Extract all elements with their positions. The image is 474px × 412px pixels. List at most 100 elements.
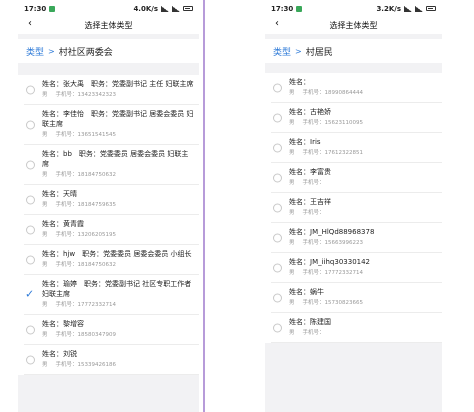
- item-name: 姓名：Iris: [289, 138, 321, 146]
- radio-button[interactable]: [273, 173, 282, 182]
- status-time: 17:30: [271, 4, 294, 13]
- radio-button[interactable]: [273, 83, 282, 92]
- radio-button[interactable]: [273, 143, 282, 152]
- radio-button[interactable]: [26, 355, 35, 364]
- item-name: 姓名：JM_iihq30330142: [289, 258, 371, 266]
- list-item[interactable]: 姓名：JM_iihq30330142 男 手机号：17772332714: [271, 253, 442, 283]
- page-title: 选择主体类型: [329, 21, 378, 30]
- item-gender: 男: [289, 240, 295, 246]
- list-item[interactable]: 姓名：李富贵 男 手机号：: [271, 163, 442, 193]
- item-gender: 男: [289, 300, 295, 306]
- radio-button[interactable]: [26, 160, 35, 169]
- radio-button[interactable]: [273, 113, 282, 122]
- status-time: 17:30: [24, 4, 47, 13]
- item-name-duty: 姓名：刘锐: [42, 350, 77, 358]
- item-name: 姓名：王吉祥: [289, 198, 331, 206]
- list-item[interactable]: 姓名：JM_HlQd88968378 男 手机号：15663996223: [271, 223, 442, 253]
- list-item[interactable]: 姓名：黎增容 男 手机号：18580347909: [24, 315, 199, 345]
- item-gender: 男: [289, 150, 295, 156]
- radio-button[interactable]: [273, 233, 282, 242]
- nav-bar: ‹ 选择主体类型: [265, 17, 442, 34]
- breadcrumb-type-link[interactable]: 类型: [273, 45, 291, 58]
- chevron-right-icon: >: [295, 46, 302, 56]
- item-name-duty: 姓名：瑜婷 职务：党委副书记 社区专职工作者 妇联主席: [42, 280, 192, 298]
- wifi-icon: [415, 5, 423, 12]
- item-name-duty: 姓名：张大禹 职务：党委副书记 主任 妇联主席: [42, 80, 194, 88]
- item-name-duty: 姓名：hjw 职务：党委委员 居委会委员 小组长: [42, 250, 192, 258]
- item-gender: 男: [289, 330, 295, 336]
- item-gender: 男: [289, 120, 295, 126]
- item-phone: 手机号：: [302, 180, 325, 186]
- list-item[interactable]: 姓名：蜗牛 男 手机号：15730823665: [271, 283, 442, 313]
- back-arrow-icon[interactable]: ‹: [28, 18, 32, 29]
- item-phone: 手机号：17612322851: [302, 150, 364, 156]
- list-item[interactable]: 姓名：黄青霞 男 手机号：13206205195: [24, 215, 199, 245]
- item-phone: 手机号：18184750632: [55, 172, 117, 178]
- list-item[interactable]: 姓名： 男 手机号：18990864444: [271, 73, 442, 103]
- item-name: 姓名：李富贵: [289, 168, 331, 176]
- item-phone: 手机号：18580347909: [55, 332, 117, 338]
- radio-button[interactable]: [26, 325, 35, 334]
- list-item[interactable]: 姓名：刘锐 男 手机号：15339426186: [24, 345, 199, 375]
- radio-button[interactable]: [26, 225, 35, 234]
- item-phone: 手机号：15663996223: [302, 240, 364, 246]
- list-item[interactable]: 姓名：王吉祥 男 手机号：: [271, 193, 442, 223]
- item-name: 姓名：蜗牛: [289, 288, 324, 296]
- list-item-selected[interactable]: ✓ 姓名：瑜婷 职务：党委副书记 社区专职工作者 妇联主席 男 手机号：17772…: [24, 275, 199, 315]
- item-gender: 男: [42, 232, 48, 238]
- list-item[interactable]: 姓名：李佳怡 职务：党委副书记 居委会委员 妇联主席 男 手机号：13651541…: [24, 105, 199, 145]
- item-phone: 手机号：17772332714: [302, 270, 364, 276]
- item-gender: 男: [42, 302, 48, 308]
- list-item[interactable]: 姓名：古艳娇 男 手机号：15623110095: [271, 103, 442, 133]
- signal-icon: [161, 5, 169, 12]
- item-phone: 手机号：13423342323: [55, 92, 117, 98]
- item-gender: 男: [289, 210, 295, 216]
- item-gender: 男: [42, 362, 48, 368]
- item-name: 姓名：: [289, 78, 310, 86]
- item-gender: 男: [289, 180, 295, 186]
- member-list: 姓名：张大禹 职务：党委副书记 主任 妇联主席 男 手机号：13423342323…: [18, 75, 199, 375]
- list-item[interactable]: 姓名：Iris 男 手机号：17612322851: [271, 133, 442, 163]
- left-phone-screen: 17:30 4.0K/s ‹ 选择主体类型 类型 > 村社区两委会 姓名：张大禹…: [18, 0, 199, 412]
- radio-button[interactable]: [273, 203, 282, 212]
- item-name: 姓名：JM_HlQd88968378: [289, 228, 375, 236]
- back-arrow-icon[interactable]: ‹: [275, 18, 279, 29]
- item-phone: 手机号：13206205195: [55, 232, 117, 238]
- breadcrumb-type-link[interactable]: 类型: [26, 45, 44, 58]
- page-title: 选择主体类型: [84, 21, 133, 30]
- item-phone: 手机号：13651541545: [55, 132, 117, 138]
- list-item[interactable]: 姓名：陈建国 男 手机号：: [271, 313, 442, 343]
- breadcrumb: 类型 > 村居民: [265, 39, 442, 63]
- breadcrumb-current: 村社区两委会: [58, 47, 113, 58]
- list-item[interactable]: 姓名：张大禹 职务：党委副书记 主任 妇联主席 男 手机号：13423342323: [24, 75, 199, 105]
- wechat-notification-icon: [49, 5, 56, 12]
- radio-button[interactable]: [26, 255, 35, 264]
- panel-divider: [203, 0, 205, 412]
- status-bar: 17:30 4.0K/s: [18, 0, 199, 17]
- item-phone: 手机号：18990864444: [302, 90, 364, 96]
- item-gender: 男: [42, 262, 48, 268]
- network-speed: 4.0K/s: [133, 4, 158, 13]
- list-item[interactable]: 姓名：hjw 职务：党委委员 居委会委员 小组长 男 手机号：1818475063…: [24, 245, 199, 275]
- radio-button[interactable]: [273, 323, 282, 332]
- list-item[interactable]: 姓名：bb 职务：党委委员 居委会委员 妇联主席 男 手机号：1818475063…: [24, 145, 199, 185]
- item-phone: 手机号：15623110095: [302, 120, 364, 126]
- item-name-duty: 姓名：黄青霞: [42, 220, 84, 228]
- item-name-duty: 姓名：黎增容: [42, 320, 84, 328]
- radio-button[interactable]: [273, 263, 282, 272]
- breadcrumb-current: 村居民: [305, 47, 333, 58]
- item-gender: 男: [42, 92, 48, 98]
- item-name-duty: 姓名：bb 职务：党委委员 居委会委员 妇联主席: [42, 150, 189, 168]
- radio-button[interactable]: [273, 293, 282, 302]
- radio-button[interactable]: [26, 120, 35, 129]
- radio-button[interactable]: [26, 85, 35, 94]
- item-name: 姓名：陈建国: [289, 318, 331, 326]
- status-bar: 17:30 3.2K/s: [265, 0, 442, 17]
- item-phone: 手机号：: [302, 330, 325, 336]
- item-phone: 手机号：15339426186: [55, 362, 117, 368]
- item-gender: 男: [42, 202, 48, 208]
- checkmark-icon[interactable]: ✓: [25, 288, 34, 299]
- breadcrumb: 类型 > 村社区两委会: [18, 39, 199, 63]
- list-item[interactable]: 姓名：天晴 男 手机号：18184759635: [24, 185, 199, 215]
- radio-button[interactable]: [26, 195, 35, 204]
